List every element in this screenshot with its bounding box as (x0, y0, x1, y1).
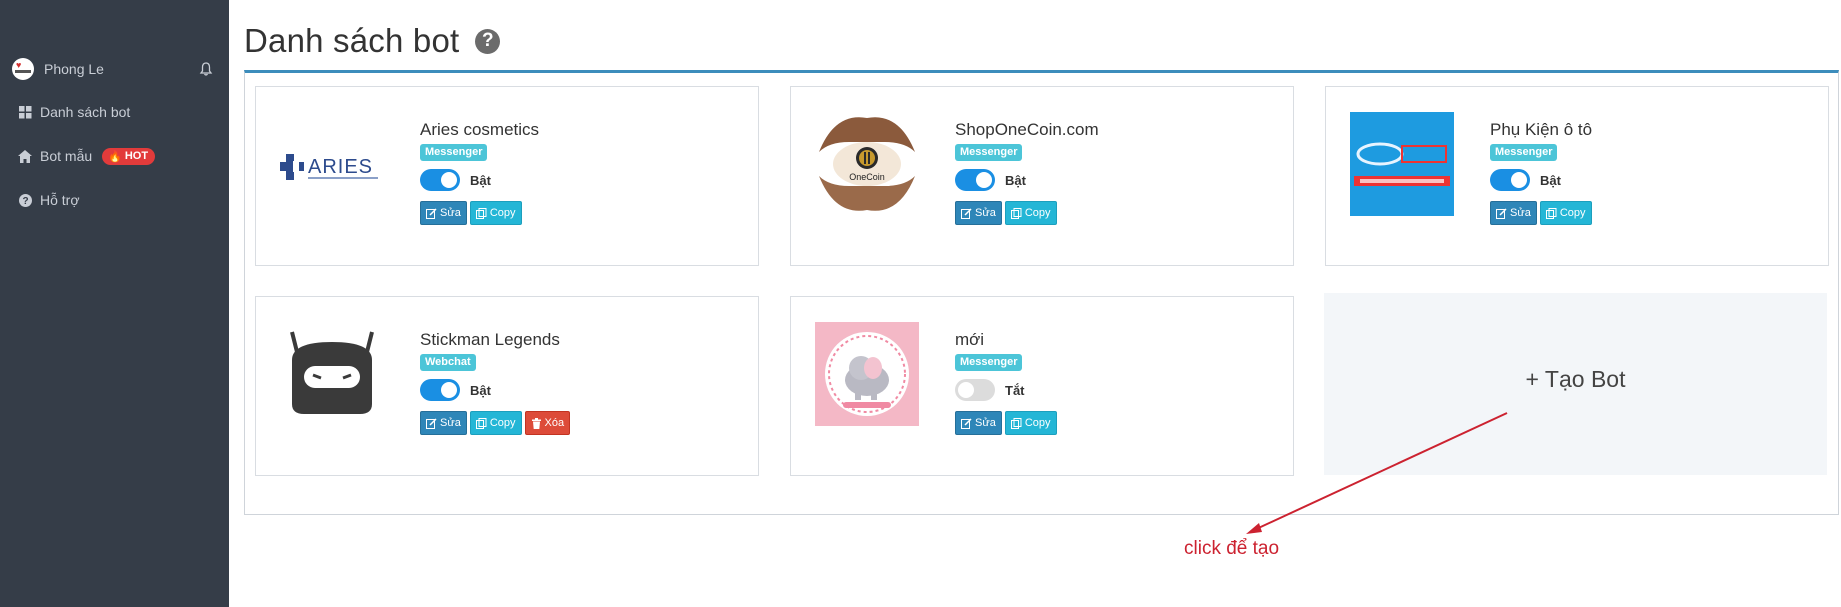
bot-status-toggle[interactable] (955, 169, 995, 191)
bot-type-badge: Messenger (420, 144, 488, 161)
sidebar-item-label: Danh sách bot (40, 104, 131, 120)
trash-icon (531, 417, 541, 429)
bot-type-badge: Webchat (420, 354, 476, 371)
bot-status-toggle[interactable] (1490, 169, 1530, 191)
bot-name: mới (955, 330, 985, 349)
copy-icon (475, 207, 487, 219)
bot-status-label: Tắt (1005, 382, 1025, 398)
fire-icon: 🔥 (108, 150, 122, 163)
hot-badge: 🔥 HOT (102, 147, 156, 165)
bot-status-label: Bật (470, 172, 491, 188)
bot-status-label: Bật (470, 382, 491, 398)
onecoin-logo: OneCoin (815, 112, 919, 216)
copy-button[interactable]: Copy (1004, 411, 1057, 435)
edit-button[interactable]: Sửa (955, 201, 1002, 225)
bot-status-label: Bật (1540, 172, 1561, 188)
svg-text:?: ? (22, 196, 28, 207)
user-avatar: ♥ (12, 58, 34, 80)
bell-icon[interactable] (198, 61, 214, 77)
sidebar-item-label: Hỗ trợ (40, 192, 80, 208)
page-title: Danh sách bot ? (244, 22, 501, 60)
annotation-text: click để tạo (1184, 538, 1280, 559)
create-bot-card[interactable]: + Tạo Bot (1324, 293, 1827, 475)
bot-type-badge: Messenger (955, 354, 1023, 371)
copy-button[interactable]: Copy (469, 201, 522, 225)
bot-card: Phụ Kiện ô tô Messenger Bật Sửa Copy (1325, 86, 1829, 266)
stickman-robot-logo (280, 322, 384, 426)
delete-button[interactable]: Xóa (524, 411, 571, 435)
sidebar-item-bot-templates[interactable]: Bot mẫu 🔥 HOT (17, 145, 217, 167)
bot-status-label: Bật (1005, 172, 1026, 188)
bot-name: ShopOneCoin.com (955, 120, 1099, 139)
edit-button[interactable]: Sửa (420, 411, 467, 435)
phukienoto-logo (1350, 112, 1454, 216)
sidebar-item-support[interactable]: ? Hỗ trợ (17, 189, 217, 211)
bot-card: mới Messenger Tắt Sửa Copy (790, 296, 1294, 476)
sidebar-item-bot-list[interactable]: Danh sách bot (17, 101, 217, 123)
copy-icon (1545, 207, 1557, 219)
edit-button[interactable]: Sửa (420, 201, 467, 225)
grid-icon (17, 105, 33, 119)
copy-button[interactable]: Copy (469, 411, 522, 435)
bot-status-toggle[interactable] (955, 379, 995, 401)
edit-icon (426, 417, 437, 429)
user-name: Phong Le (44, 61, 104, 77)
bot-name: Phụ Kiện ô tô (1490, 120, 1593, 139)
svg-text:ARIES: ARIES (308, 156, 373, 178)
bot-card: Stickman Legends Webchat Bật Sửa Copy Xó… (255, 296, 759, 476)
baby-elephant-logo (815, 322, 919, 426)
copy-icon (1010, 207, 1022, 219)
aries-logo: ARIES (280, 112, 384, 216)
copy-icon (475, 417, 487, 429)
help-icon[interactable]: ? (475, 28, 501, 54)
edit-button[interactable]: Sửa (955, 411, 1002, 435)
bot-type-badge: Messenger (955, 144, 1023, 161)
create-bot-label: + Tạo Bot (1525, 365, 1626, 392)
user-profile[interactable]: ♥ Phong Le (12, 58, 222, 80)
edit-icon (1496, 207, 1507, 219)
bot-name: Aries cosmetics (420, 120, 540, 139)
sidebar-item-label: Bot mẫu (40, 148, 93, 164)
copy-button[interactable]: Copy (1539, 201, 1592, 225)
svg-text:OneCoin: OneCoin (849, 172, 885, 182)
home-icon (17, 149, 33, 163)
bot-status-toggle[interactable] (420, 169, 460, 191)
question-circle-icon: ? (17, 193, 33, 207)
bot-card: ARIES Aries cosmetics Messenger Bật Sửa … (255, 86, 759, 266)
edit-icon (961, 207, 972, 219)
sidebar: ♥ Phong Le Danh sách bot Bot mẫu 🔥 HOT ?… (0, 0, 229, 607)
bot-status-toggle[interactable] (420, 379, 460, 401)
edit-button[interactable]: Sửa (1490, 201, 1537, 225)
copy-icon (1010, 417, 1022, 429)
copy-button[interactable]: Copy (1004, 201, 1057, 225)
edit-icon (426, 207, 437, 219)
bot-type-badge: Messenger (1490, 144, 1558, 161)
edit-icon (961, 417, 972, 429)
bot-list-panel: ARIES Aries cosmetics Messenger Bật Sửa … (244, 70, 1839, 515)
bot-card: OneCoin ShopOneCoin.com Messenger Bật Sử… (790, 86, 1294, 266)
bot-name: Stickman Legends (420, 330, 560, 349)
